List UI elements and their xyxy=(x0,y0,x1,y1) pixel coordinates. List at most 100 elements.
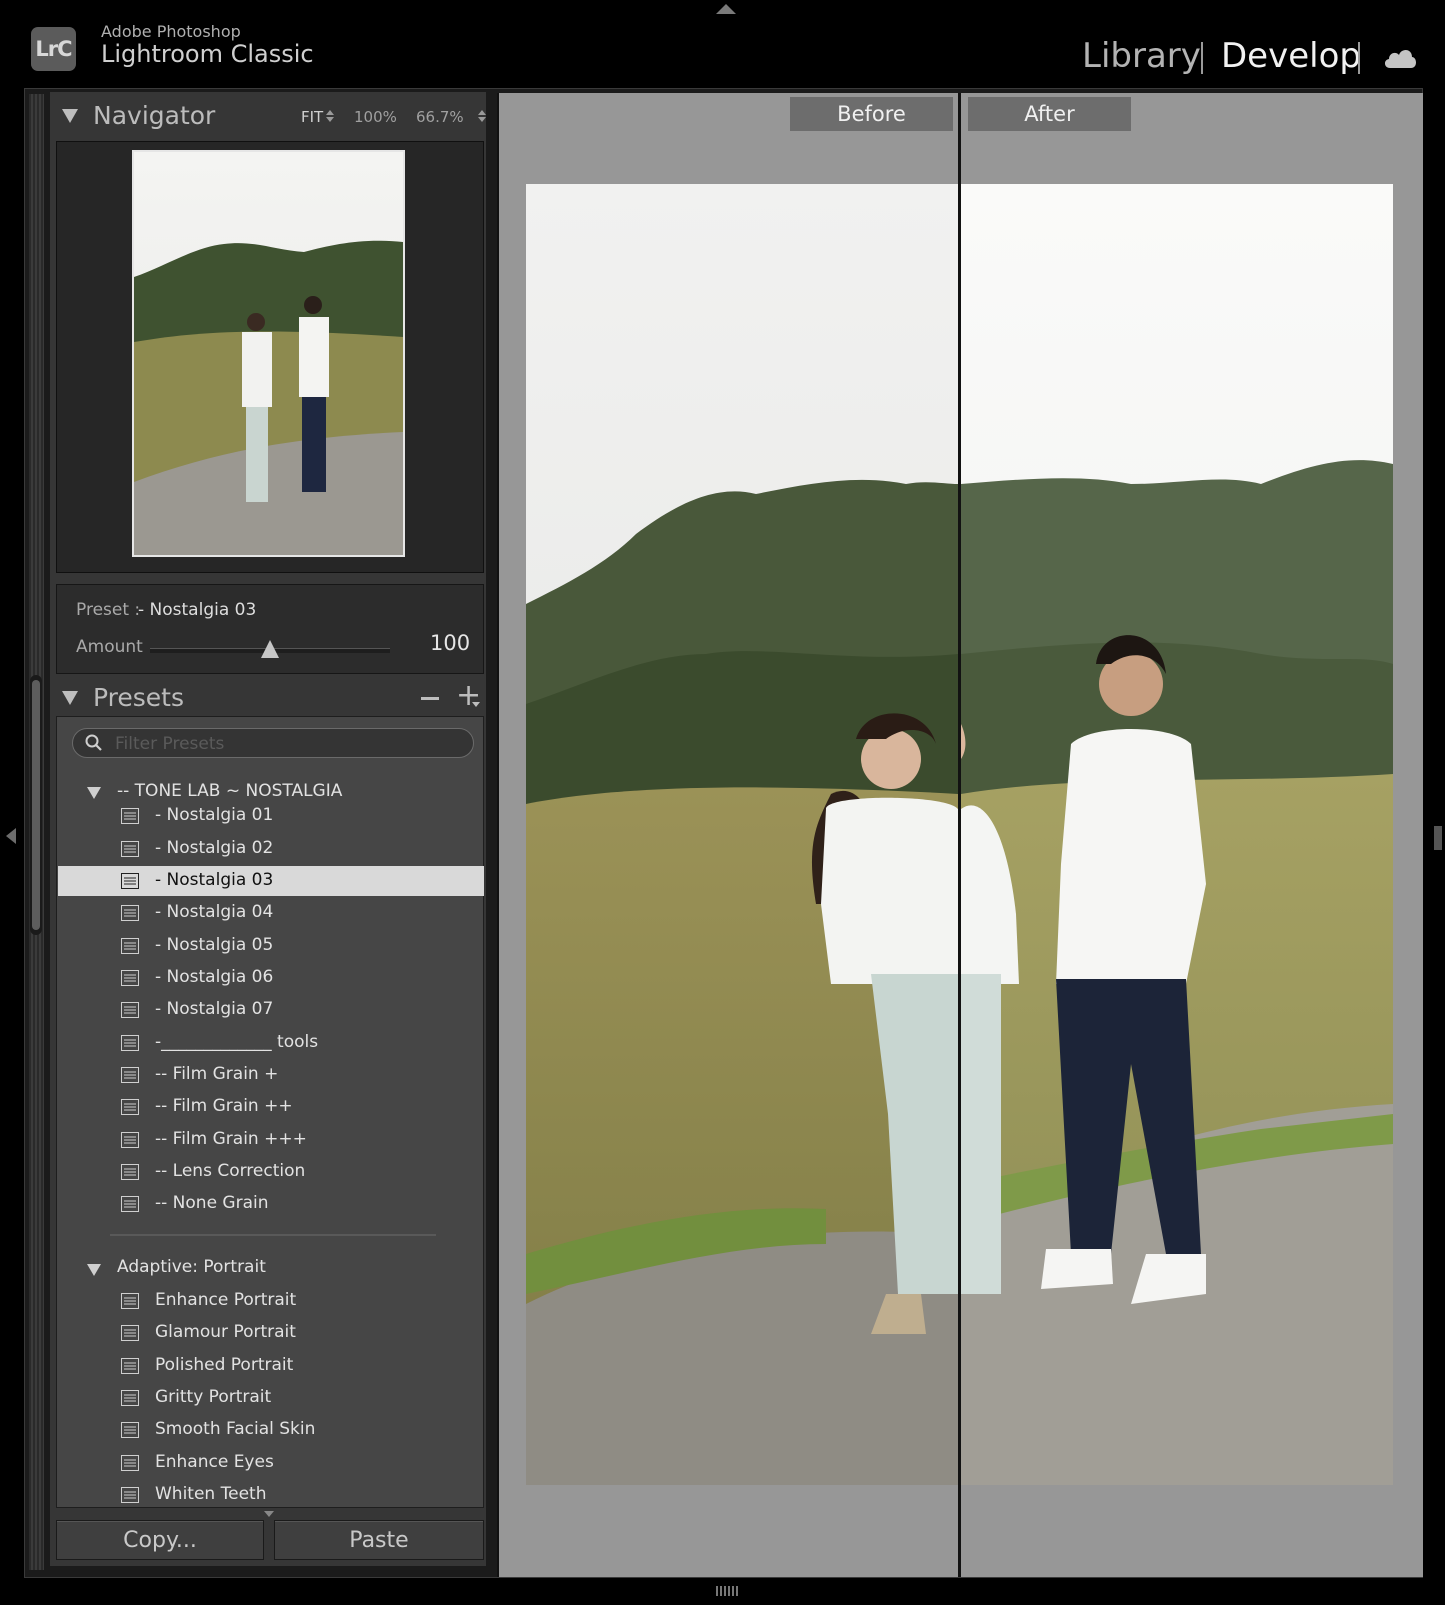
preset-item-label: Smooth Facial Skin xyxy=(155,1419,316,1439)
module-develop[interactable]: Develop xyxy=(1221,36,1361,76)
list-scroll-down-caret-icon[interactable] xyxy=(264,1511,274,1517)
zoom-spinner-icon xyxy=(477,110,486,122)
preset-icon xyxy=(121,1487,139,1506)
preset-item[interactable]: -- Film Grain ++ xyxy=(58,1092,484,1122)
preset-item-label: Whiten Teeth xyxy=(155,1484,267,1504)
preset-item-label: Glamour Portrait xyxy=(155,1322,296,1342)
preset-item[interactable]: -- None Grain xyxy=(58,1189,484,1219)
module-library[interactable]: Library xyxy=(1082,36,1201,76)
group-collapse-triangle-icon[interactable] xyxy=(87,1264,101,1276)
preset-item[interactable]: -- Lens Correction xyxy=(58,1157,484,1187)
left-panel-toggle-arrow-icon[interactable] xyxy=(6,828,16,844)
preset-item-label: -- Film Grain ++ xyxy=(155,1096,293,1116)
preset-item-label: - Nostalgia 03 xyxy=(155,870,274,890)
zoom-fit-option[interactable]: FIT xyxy=(301,108,335,126)
preset-item-label: -- None Grain xyxy=(155,1193,269,1213)
filter-presets-field[interactable] xyxy=(72,728,474,758)
preset-item[interactable]: Enhance Portrait xyxy=(58,1286,484,1316)
preset-item-label: Gritty Portrait xyxy=(155,1387,272,1407)
preset-item[interactable]: - Nostalgia 06 xyxy=(58,963,484,993)
amount-label: Amount xyxy=(76,637,143,657)
navigator-thumbnail[interactable] xyxy=(132,150,405,557)
group-divider xyxy=(110,1234,436,1236)
group-collapse-triangle-icon[interactable] xyxy=(87,787,101,799)
preset-icon xyxy=(121,1325,139,1345)
preset-icon xyxy=(121,1196,139,1216)
preset-icon xyxy=(121,1002,139,1022)
preset-item-label: - Nostalgia 07 xyxy=(155,999,274,1019)
preset-item[interactable]: - Nostalgia 04 xyxy=(58,898,484,928)
preset-item[interactable]: Gritty Portrait xyxy=(58,1383,484,1413)
preset-item[interactable]: - Nostalgia 02 xyxy=(58,834,484,864)
zoom-100-option[interactable]: 100% xyxy=(354,108,397,126)
after-photo-image xyxy=(961,184,1393,1485)
top-panel-toggle-arrow-icon[interactable] xyxy=(716,4,736,14)
cloud-icon[interactable] xyxy=(1382,44,1418,74)
navigator-title[interactable]: Navigator xyxy=(93,101,215,130)
navigator-collapse-triangle-icon[interactable] xyxy=(62,109,78,123)
preset-item-label: - Nostalgia 02 xyxy=(155,838,274,858)
presets-title[interactable]: Presets xyxy=(93,683,184,712)
add-preset-dropdown-caret-icon[interactable] xyxy=(472,702,480,707)
preset-icon xyxy=(121,1099,139,1119)
amount-slider-thumb[interactable] xyxy=(261,640,279,658)
preset-icon xyxy=(121,1358,139,1378)
left-panel-scroll-thumb[interactable] xyxy=(32,680,40,930)
paste-button[interactable]: Paste xyxy=(274,1520,484,1560)
amount-value[interactable]: 100 xyxy=(430,631,470,655)
preset-item-label: Polished Portrait xyxy=(155,1355,294,1375)
preset-item-label: - Nostalgia 01 xyxy=(155,805,274,825)
app-name-top: Adobe Photoshop xyxy=(101,22,241,41)
after-photo[interactable] xyxy=(961,184,1393,1485)
preset-item[interactable]: - Nostalgia 05 xyxy=(58,931,484,961)
preset-group-label[interactable]: -- TONE LAB ~ NOSTALGIA xyxy=(117,781,342,801)
preset-item[interactable]: - Nostalgia 01 xyxy=(58,801,484,831)
preset-item-label: - Nostalgia 05 xyxy=(155,935,274,955)
preset-label: Preset : xyxy=(76,600,141,620)
preset-icon xyxy=(121,1422,139,1442)
zoom-custom-option[interactable]: 66.7% xyxy=(416,108,488,126)
preset-item[interactable]: Enhance Eyes xyxy=(58,1448,484,1478)
right-panel-toggle-icon[interactable] xyxy=(1434,826,1442,850)
preset-item[interactable]: Whiten Teeth xyxy=(58,1480,484,1506)
preset-icon xyxy=(121,1132,139,1152)
preset-item-selected[interactable]: - Nostalgia 03 xyxy=(58,866,484,896)
fit-spinner-icon xyxy=(326,110,335,122)
preset-item-label: -_____________ tools xyxy=(155,1032,319,1052)
preset-item[interactable]: Glamour Portrait xyxy=(58,1318,484,1348)
app-name-main: Lightroom Classic xyxy=(101,40,314,68)
preset-icon xyxy=(121,873,139,893)
preset-icon xyxy=(121,1390,139,1410)
before-photo[interactable] xyxy=(526,184,958,1485)
preset-item-label: Enhance Portrait xyxy=(155,1290,297,1310)
preset-item-label: - Nostalgia 04 xyxy=(155,902,274,922)
presets-collapse-triangle-icon[interactable] xyxy=(62,691,78,705)
zoom-fit-label: FIT xyxy=(301,108,324,126)
module-separator xyxy=(1358,42,1360,74)
preset-item[interactable]: Polished Portrait xyxy=(58,1351,484,1381)
preset-item[interactable]: - Nostalgia 07 xyxy=(58,995,484,1025)
preset-icon xyxy=(121,841,139,861)
preset-icon xyxy=(121,905,139,925)
copy-button[interactable]: Copy... xyxy=(56,1520,264,1560)
filter-presets-input[interactable] xyxy=(113,732,457,756)
preset-amount-box xyxy=(56,584,484,674)
preset-icon xyxy=(121,1164,139,1184)
preset-item[interactable]: -_____________ tools xyxy=(58,1028,484,1058)
preset-group-label[interactable]: Adaptive: Portrait xyxy=(117,1257,266,1277)
navigator-thumbnail-image xyxy=(134,152,403,555)
preset-item-label: -- Film Grain +++ xyxy=(155,1129,307,1149)
remove-preset-minus-icon[interactable] xyxy=(421,697,439,700)
preset-icon xyxy=(121,1067,139,1087)
preset-item[interactable]: -- Film Grain + xyxy=(58,1060,484,1090)
preset-item[interactable]: -- Film Grain +++ xyxy=(58,1125,484,1155)
filmstrip-toggle-grip-icon[interactable] xyxy=(716,1586,738,1596)
module-separator xyxy=(1201,42,1203,74)
preset-icon xyxy=(121,938,139,958)
preset-item-label: -- Lens Correction xyxy=(155,1161,306,1181)
preset-item-label: - Nostalgia 06 xyxy=(155,967,274,987)
before-label: Before xyxy=(790,97,953,131)
preset-item[interactable]: Smooth Facial Skin xyxy=(58,1415,484,1445)
preset-icon xyxy=(121,1035,139,1055)
after-label: After xyxy=(968,97,1131,131)
